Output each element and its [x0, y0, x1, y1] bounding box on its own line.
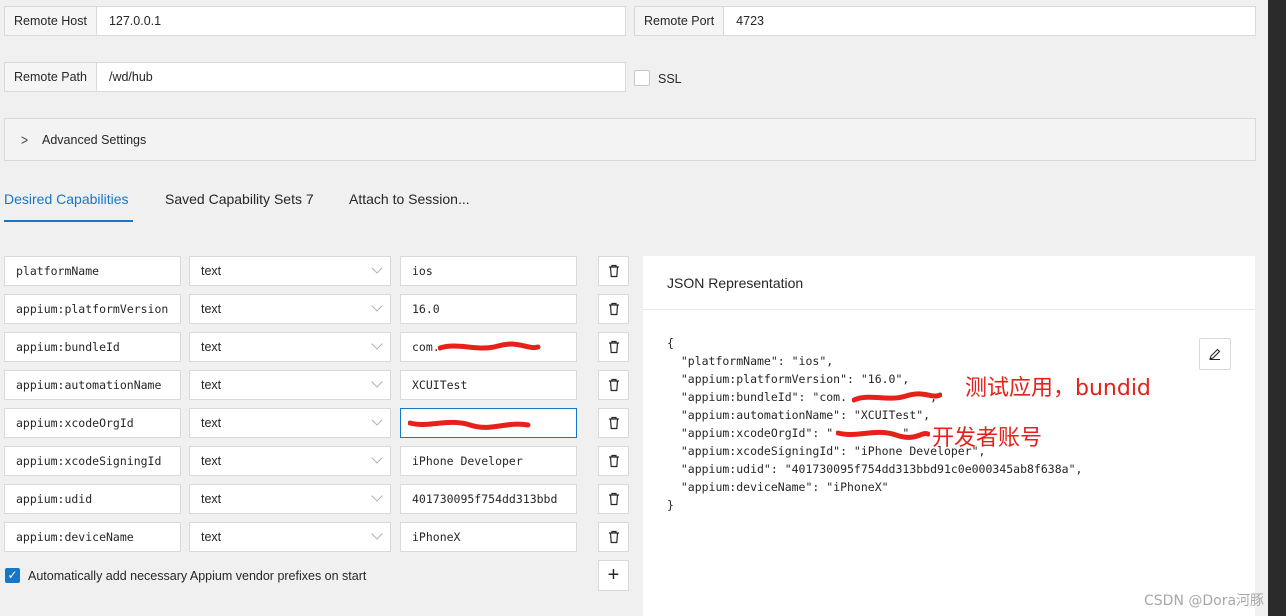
divider [643, 309, 1255, 310]
auto-prefix-label: Automatically add necessary Appium vendo… [28, 569, 367, 583]
add-capability-button[interactable]: + [598, 560, 629, 591]
capability-value-input[interactable]: iPhone Developer [400, 446, 577, 476]
capability-name-input[interactable]: appium:bundleId [4, 332, 181, 362]
chevron-down-icon [371, 490, 383, 502]
advanced-settings-toggle[interactable]: > Advanced Settings [4, 118, 1256, 161]
remote-port-label: Remote Port [635, 7, 725, 35]
capability-type-select[interactable]: text [189, 294, 391, 324]
redaction-scribble [836, 429, 930, 440]
capability-value-input[interactable]: 16.0 [400, 294, 577, 324]
redaction-scribble [852, 391, 942, 403]
remote-path-label: Remote Path [5, 63, 97, 91]
capability-type-select[interactable]: text [189, 408, 391, 438]
redaction-scribble [408, 419, 531, 430]
auto-prefix-checkbox[interactable]: ✓ [5, 568, 20, 583]
delete-capability-button[interactable] [598, 256, 629, 286]
capability-type-select[interactable]: text [189, 256, 391, 286]
capability-value-input[interactable]: ios [400, 256, 577, 286]
bundle-id-annotation: 测试应用，bundid [965, 376, 1151, 401]
editor-edge-strip [1268, 0, 1286, 616]
watermark: CSDN @Dora河豚 [1144, 593, 1265, 609]
trash-icon [608, 416, 619, 430]
capability-type-select[interactable]: text [189, 446, 391, 476]
capability-type-value: text [201, 302, 222, 316]
capability-type-value: text [201, 416, 222, 430]
trash-icon [608, 264, 619, 278]
capability-name-input[interactable]: platformName [4, 256, 181, 286]
capability-type-value: text [201, 340, 222, 354]
capability-type-select[interactable]: text [189, 484, 391, 514]
developer-account-annotation: 开发者账号 [932, 426, 1043, 451]
chevron-down-icon [371, 414, 383, 426]
trash-icon [608, 530, 619, 544]
capability-name-input[interactable]: appium:automationName [4, 370, 181, 400]
remote-host-field: Remote Host [4, 6, 626, 36]
capability-value-input[interactable]: XCUITest [400, 370, 577, 400]
ssl-checkbox[interactable] [634, 70, 650, 86]
chevron-down-icon [371, 376, 383, 388]
capability-type-value: text [201, 378, 222, 392]
active-tab-indicator [4, 220, 133, 222]
redaction-scribble [438, 341, 541, 351]
tab-desired-capabilities[interactable]: Desired Capabilities [4, 191, 129, 207]
remote-port-input[interactable] [724, 7, 1255, 35]
capability-name-input[interactable]: appium:xcodeSigningId [4, 446, 181, 476]
chevron-down-icon [371, 300, 383, 312]
remote-path-field: Remote Path [4, 62, 626, 92]
capability-value-input[interactable]: iPhoneX [400, 522, 577, 552]
capability-name-input[interactable]: appium:udid [4, 484, 181, 514]
delete-capability-button[interactable] [598, 408, 629, 438]
remote-host-label: Remote Host [5, 7, 97, 35]
chevron-right-icon: > [21, 131, 29, 148]
json-panel-title: JSON Representation [667, 275, 804, 291]
pencil-icon [1209, 348, 1221, 361]
capability-type-select[interactable]: text [189, 332, 391, 362]
delete-capability-button[interactable] [598, 332, 629, 362]
delete-capability-button[interactable] [598, 484, 629, 514]
delete-capability-button[interactable] [598, 446, 629, 476]
capability-type-select[interactable]: text [189, 522, 391, 552]
ssl-label: SSL [658, 72, 682, 86]
capability-type-value: text [201, 530, 222, 544]
capability-name-input[interactable]: appium:xcodeOrgId [4, 408, 181, 438]
advanced-settings-label: Advanced Settings [42, 132, 147, 147]
trash-icon [608, 378, 619, 392]
trash-icon [608, 454, 619, 468]
tab-attach-to-session[interactable]: Attach to Session... [349, 191, 470, 207]
trash-icon [608, 340, 619, 354]
trash-icon [608, 302, 619, 316]
chevron-down-icon [371, 452, 383, 464]
remote-port-field: Remote Port [634, 6, 1256, 36]
capability-name-input[interactable]: appium:deviceName [4, 522, 181, 552]
tab-saved-capability-sets[interactable]: Saved Capability Sets 7 [165, 191, 314, 207]
capability-type-select[interactable]: text [189, 370, 391, 400]
chevron-down-icon [371, 528, 383, 540]
remote-host-input[interactable] [96, 7, 625, 35]
trash-icon [608, 492, 619, 506]
capability-name-input[interactable]: appium:platformVersion [4, 294, 181, 324]
capability-type-value: text [201, 492, 222, 506]
capability-type-value: text [201, 264, 222, 278]
delete-capability-button[interactable] [598, 294, 629, 324]
remote-path-input[interactable] [96, 63, 625, 91]
delete-capability-button[interactable] [598, 522, 629, 552]
chevron-down-icon [371, 338, 383, 350]
delete-capability-button[interactable] [598, 370, 629, 400]
chevron-down-icon [371, 262, 383, 274]
edit-json-button[interactable] [1199, 338, 1231, 370]
plus-icon: + [607, 564, 620, 586]
capability-type-value: text [201, 454, 222, 468]
capability-value-input[interactable]: 401730095f754dd313bbd [400, 484, 577, 514]
